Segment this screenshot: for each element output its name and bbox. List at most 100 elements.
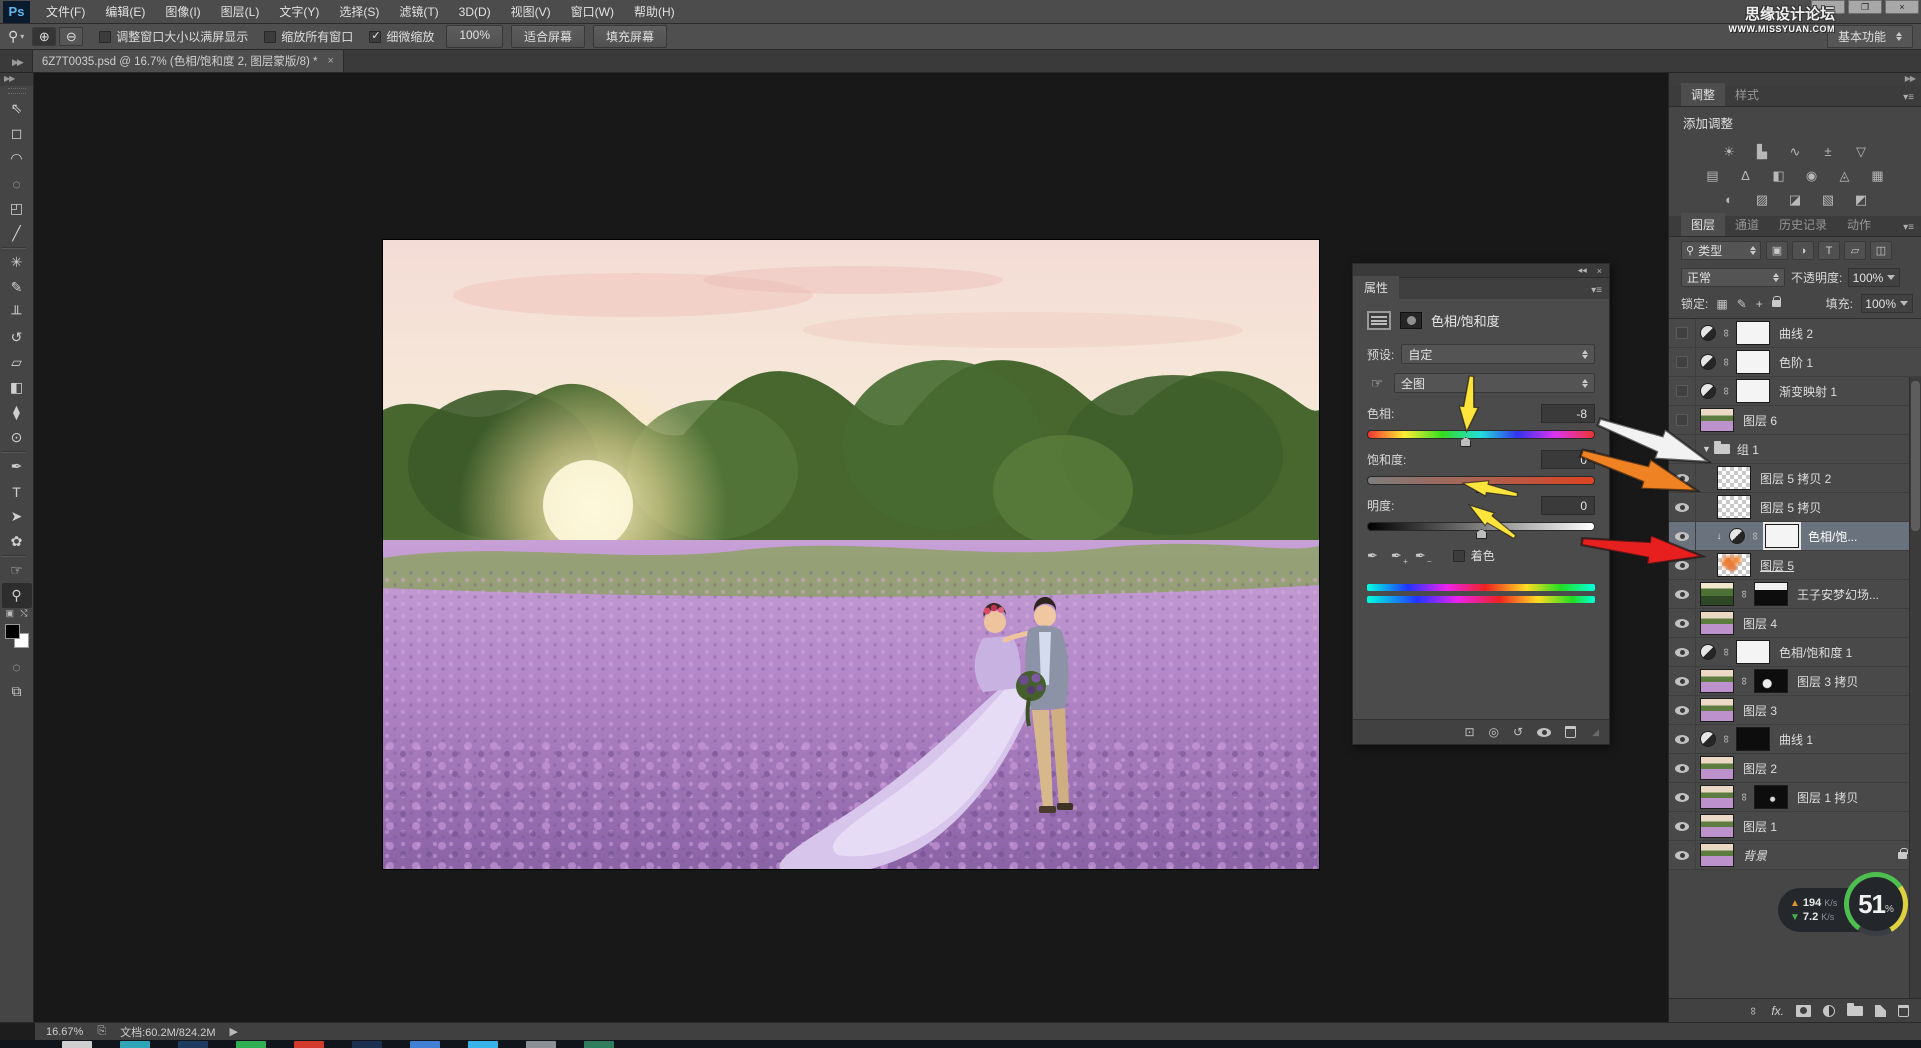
lightness-slider[interactable]: [1367, 522, 1595, 531]
layer-thumbnail[interactable]: [1700, 698, 1734, 722]
tab-layers[interactable]: 图层: [1681, 213, 1725, 236]
hue-slider[interactable]: [1367, 430, 1595, 439]
option-resize-windows-to-fit[interactable]: 调整窗口大小以满屏显示: [99, 28, 248, 45]
taskbar-app-0[interactable]: [62, 1041, 92, 1048]
adjustments-panel-menu-icon[interactable]: ▾≡: [1896, 92, 1921, 106]
menu-window[interactable]: 窗口(W): [561, 0, 624, 24]
adjustment-hue-saturation-icon[interactable]: ▤: [1701, 167, 1725, 184]
preset-dropdown[interactable]: 自定: [1401, 344, 1595, 364]
layer-row-14[interactable]: ∞曲线 1: [1669, 725, 1921, 754]
adjustment-photo-filter-icon[interactable]: ◉: [1800, 167, 1824, 184]
layer-row-17[interactable]: 图层 1: [1669, 812, 1921, 841]
adjustment-type-icon[interactable]: [1367, 311, 1391, 330]
view-previous-state-button[interactable]: ◎: [1489, 725, 1499, 739]
menu-help[interactable]: 帮助(H): [624, 0, 685, 24]
new-group-button[interactable]: [1847, 1006, 1863, 1016]
pen-tool[interactable]: ✒: [2, 454, 32, 479]
layer-row-16[interactable]: ∞图层 1 拷贝: [1669, 783, 1921, 812]
layer-mask-thumbnail[interactable]: [1736, 727, 1770, 751]
channel-dropdown[interactable]: 全图: [1394, 373, 1595, 393]
layer-row-1[interactable]: ∞色阶 1: [1669, 348, 1921, 377]
close-button[interactable]: ×: [1885, 0, 1919, 14]
delete-adjustment-icon[interactable]: [1565, 726, 1576, 738]
opacity-dropdown[interactable]: 100%: [1848, 268, 1900, 287]
menu-select[interactable]: 选择(S): [329, 0, 389, 24]
add-adjustment-layer-button[interactable]: [1823, 1005, 1835, 1017]
adjustment-threshold-icon[interactable]: ◪: [1783, 191, 1807, 208]
foreground-color-swatch[interactable]: [5, 624, 20, 639]
layer-visibility-toggle[interactable]: [1669, 754, 1696, 782]
adjustment-invert-icon[interactable]: ◐: [1717, 191, 1741, 208]
saturation-slider[interactable]: [1367, 476, 1595, 485]
layer-thumbnail[interactable]: [1717, 466, 1751, 490]
tab-close-icon[interactable]: ×: [327, 55, 333, 67]
layer-thumbnail[interactable]: [1700, 611, 1734, 635]
hue-slider-marker[interactable]: [1460, 437, 1471, 447]
layer-visibility-toggle[interactable]: [1669, 580, 1696, 608]
layer-row-12[interactable]: ∞图层 3 拷贝: [1669, 667, 1921, 696]
tab-channels[interactable]: 通道: [1725, 213, 1769, 236]
layer-mask-thumbnail[interactable]: [1754, 582, 1788, 606]
tab-adjustments[interactable]: 调整: [1681, 83, 1725, 106]
tab-properties[interactable]: 属性: [1353, 276, 1399, 299]
document-canvas[interactable]: [383, 240, 1319, 869]
menu-type[interactable]: 文字(Y): [269, 0, 329, 24]
adjustment-posterize-icon[interactable]: ▨: [1750, 191, 1774, 208]
link-layers-button[interactable]: ∞: [1747, 1005, 1759, 1017]
menu-view[interactable]: 视图(V): [501, 0, 561, 24]
hue-value-field[interactable]: -8: [1541, 404, 1595, 423]
scrubby-zoom-checkbox[interactable]: [369, 31, 381, 43]
history-brush-tool[interactable]: ↺: [2, 325, 32, 350]
zoom-level-field[interactable]: 16.67%: [46, 1026, 83, 1038]
layer-thumbnail[interactable]: [1717, 553, 1751, 577]
panel-menu-icon[interactable]: ▾≡: [1584, 285, 1609, 299]
fill-dropdown[interactable]: 100%: [1861, 294, 1913, 313]
quick-select-tool[interactable]: ◌: [2, 171, 32, 196]
adjustment-brightness-contrast-icon[interactable]: ☀: [1717, 143, 1741, 160]
adjustment-black-white-icon[interactable]: ◧: [1767, 167, 1791, 184]
layer-visibility-toggle[interactable]: [1669, 812, 1696, 840]
status-expand-icon[interactable]: ▶: [230, 1025, 238, 1038]
path-select-tool[interactable]: ➤: [2, 504, 32, 529]
crop-tool[interactable]: ◰: [2, 196, 32, 221]
hand-tool[interactable]: ☞: [2, 558, 32, 583]
adjustment-curves-icon[interactable]: ∿: [1783, 143, 1807, 160]
tools-grip[interactable]: [8, 88, 26, 94]
quick-mask-button[interactable]: ◌: [2, 654, 32, 679]
layer-thumbnail[interactable]: [1700, 814, 1734, 838]
adjustment-channel-mixer-icon[interactable]: ◬: [1833, 167, 1857, 184]
layer-visibility-toggle[interactable]: [1669, 696, 1696, 724]
filter-shape-layers[interactable]: ▱: [1844, 241, 1866, 260]
tab-styles[interactable]: 样式: [1725, 83, 1769, 106]
add-layer-mask-button[interactable]: [1796, 1005, 1811, 1017]
tab-history[interactable]: 历史记录: [1769, 213, 1837, 236]
taskbar-app-2[interactable]: [178, 1041, 208, 1048]
lock-transparent-icon[interactable]: ▦: [1716, 297, 1727, 311]
layer-filter-type-dropdown[interactable]: ⚲ 类型: [1681, 241, 1761, 260]
healing-brush-tool[interactable]: ✳: [2, 250, 32, 275]
saturation-value-field[interactable]: 0: [1541, 450, 1595, 469]
layer-thumbnail[interactable]: [1700, 785, 1734, 809]
menu-image[interactable]: 图像(I): [155, 0, 210, 24]
layer-mask-thumbnail[interactable]: [1736, 350, 1770, 374]
default-swap-colors[interactable]: ▣⤭: [5, 608, 29, 620]
layer-mask-thumbnail[interactable]: [1736, 640, 1770, 664]
layer-row-11[interactable]: ∞色相/饱和度 1: [1669, 638, 1921, 667]
layer-row-0[interactable]: ∞曲线 2: [1669, 319, 1921, 348]
type-tool[interactable]: T: [2, 479, 32, 504]
option-zoom-all-windows[interactable]: 缩放所有窗口: [264, 28, 353, 45]
toggle-visibility-icon[interactable]: [1537, 728, 1551, 737]
layer-mask-thumbnail[interactable]: [1736, 379, 1770, 403]
zoom-all-windows-checkbox[interactable]: [264, 31, 276, 43]
taskbar-app-7[interactable]: [468, 1041, 498, 1048]
workspace-switcher[interactable]: 基本功能: [1827, 25, 1913, 48]
eyedropper-subtract[interactable]: ✒−: [1415, 548, 1426, 564]
layer-row-15[interactable]: 图层 2: [1669, 754, 1921, 783]
layer-row-2[interactable]: ∞渐变映射 1: [1669, 377, 1921, 406]
layer-visibility-toggle[interactable]: [1669, 377, 1696, 405]
fill-screen-button[interactable]: 填充屏幕: [593, 25, 667, 48]
adjustment-color-balance-icon[interactable]: Δ: [1734, 167, 1758, 184]
menu-layer[interactable]: 图层(L): [211, 0, 270, 24]
reset-button[interactable]: ↺: [1513, 725, 1523, 739]
gradient-tool[interactable]: ◧: [2, 375, 32, 400]
